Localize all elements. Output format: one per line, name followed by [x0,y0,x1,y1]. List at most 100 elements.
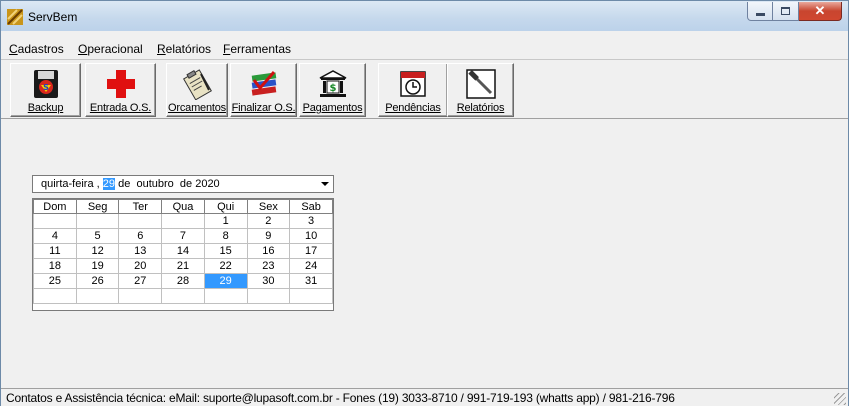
menu-operacional[interactable]: Operacional [78,42,143,56]
calendar-week-row: 4 5 6 7 8 9 10 [33,228,333,244]
entrada-os-button[interactable]: Entrada O.S. [85,63,156,117]
toolbar: S Backup Entrada O.S. Orcamentos Finaliz… [1,59,848,119]
weekday-header: Qui [203,199,248,214]
weekday-header: Sab [289,199,333,214]
calendar-empty-cell [203,288,248,304]
maximize-button[interactable] [773,2,799,21]
calendar-empty-cell [289,288,333,304]
books-icon [251,71,276,96]
calendar-day[interactable]: 12 [75,243,120,259]
calendar-empty-cell [33,288,77,304]
date-year-field[interactable]: 2020 [195,178,219,190]
hammer-icon [465,69,496,99]
title-bar[interactable]: ServBem ✕ [1,1,848,31]
weekday-header: Sex [246,199,291,214]
backup-icon: S [33,70,58,98]
pendencias-button[interactable]: Pendências [378,63,448,117]
date-month-field[interactable]: outubro [136,178,173,190]
calendar-week-row: 18 19 20 21 22 23 24 [33,258,333,274]
calendar-day[interactable]: 8 [203,228,248,244]
backup-button[interactable]: S Backup [10,63,81,117]
status-text: Contatos e Assistência técnica: eMail: s… [6,391,675,405]
resize-grip-icon[interactable] [834,393,846,405]
calendar-day[interactable]: 19 [75,258,120,274]
calendar-day[interactable]: 22 [203,258,248,274]
menu-cadastros[interactable]: Cadastros [9,42,64,56]
menu-relatorios[interactable]: Relatórios [157,42,211,56]
calendar-day[interactable]: 11 [33,243,77,259]
chevron-down-icon [321,182,329,186]
backup-label: Backup [27,102,64,114]
weekday-header: Seg [75,199,120,214]
orcamentos-button[interactable]: Orcamentos [166,63,228,117]
calendar-day[interactable]: 3 [289,213,333,229]
menu-ferramentas[interactable]: Ferramentas [223,42,291,56]
month-calendar[interactable]: Dom Seg Ter Qua Qui Sex Sab 1 2 3 4 5 6 7 8 9 10 1… [32,198,334,311]
calendar-day[interactable]: 24 [289,258,333,274]
calendar-clock-icon [400,71,426,97]
calendar-week-row: 123 [33,213,333,229]
calendar-day[interactable]: 21 [161,258,205,274]
svg-text:$: $ [329,83,336,94]
orcamentos-label: Orcamentos [168,102,226,114]
calendar-day[interactable]: 10 [289,228,333,244]
calendar-day[interactable]: 25 [33,273,77,289]
weekday-header: Qua [161,199,205,214]
calendar-day[interactable]: 2 [246,213,291,229]
calendar-day[interactable]: 18 [33,258,77,274]
calendar-day[interactable]: 16 [246,243,291,259]
app-icon [7,9,23,25]
calendar-day[interactable]: 13 [118,243,163,259]
calendar-day[interactable]: 5 [75,228,120,244]
calendar-empty-cell [75,213,120,229]
calendar-day[interactable]: 14 [161,243,205,259]
date-dropdown-button[interactable] [318,177,332,191]
calendar-day[interactable]: 17 [289,243,333,259]
calendar-header-row: Dom Seg Ter Qua Qui Sex Sab [33,199,333,214]
calendar-day[interactable]: 23 [246,258,291,274]
date-picker-value[interactable]: quirta-feira , 29 de outubro de 2020 [41,178,220,190]
calendar-empty-cell [75,288,120,304]
calendar-day[interactable]: 9 [246,228,291,244]
calendar-week-row: 11 12 13 14 15 16 17 [33,243,333,259]
main-window: ServBem ✕ Cadastros Operacional Relatóri… [0,0,849,406]
calendar-day[interactable]: 30 [246,273,291,289]
close-icon: ✕ [814,3,826,18]
calendar-day[interactable]: 15 [203,243,248,259]
calendar-day[interactable]: 6 [118,228,163,244]
pagamentos-label: Pagamentos [302,102,363,114]
bank-icon: $ [319,70,346,97]
calendar-week-row: 25 26 27 28 29 30 31 [33,273,333,289]
calendar-day[interactable]: 4 [33,228,77,244]
calendar-day[interactable]: 31 [289,273,333,289]
relatorios-button[interactable]: Relatórios [447,63,514,117]
finalizar-os-label: Finalizar O.S. [231,102,296,114]
minimize-button[interactable] [747,2,773,21]
entrada-os-label: Entrada O.S. [89,102,152,114]
maximize-icon [781,7,790,15]
pagamentos-button[interactable]: $ Pagamentos [299,63,366,117]
calendar-day[interactable]: 7 [161,228,205,244]
date-day-field[interactable]: 29 [102,178,116,190]
calendar-empty-cell [33,213,77,229]
weekday-header: Ter [118,199,163,214]
calendar-day[interactable]: 28 [161,273,205,289]
calendar-day[interactable]: 27 [118,273,163,289]
relatorios-label: Relatórios [456,102,505,114]
calendar-day[interactable]: 20 [118,258,163,274]
menu-bar: Cadastros Operacional Relatórios Ferrame… [1,40,848,59]
calendar-empty-cell [246,288,291,304]
close-button[interactable]: ✕ [799,2,842,21]
calendar-empty-cell [118,213,163,229]
calendar-day-selected[interactable]: 29 [203,273,248,289]
calendar-day[interactable]: 26 [75,273,120,289]
red-cross-icon [106,70,135,98]
finalizar-os-button[interactable]: Finalizar O.S. [230,63,297,117]
minimize-icon [755,12,765,16]
date-picker[interactable]: quirta-feira , 29 de outubro de 2020 [32,175,334,193]
clipboard-icon [183,69,212,100]
window-title: ServBem [28,10,78,24]
calendar-day[interactable]: 1 [203,213,248,229]
status-bar: Contatos e Assistência técnica: eMail: s… [1,388,848,406]
pendencias-label: Pendências [385,102,441,114]
